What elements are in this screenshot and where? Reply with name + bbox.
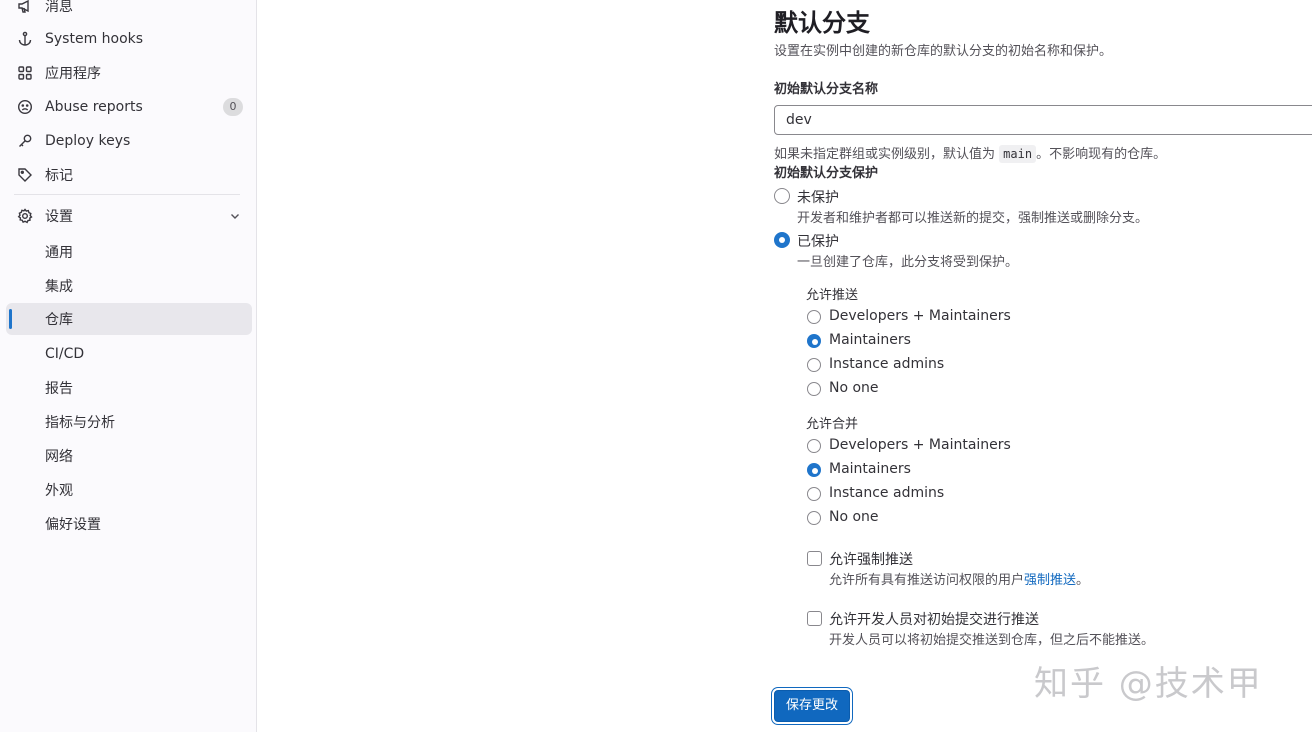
branch-name-help: 如果未指定群组或实例级别，默认值为 main 。不影响现有的仓库。 [774, 143, 1167, 163]
help-text: 如果未指定群组或实例级别，默认值为 [774, 147, 996, 162]
push-option-label[interactable]: Developers + Maintainers [829, 308, 1011, 324]
merge-option-label[interactable]: Maintainers [829, 461, 911, 477]
push-option-label[interactable]: Instance admins [829, 356, 944, 372]
sidebar-subitem-cicd[interactable]: CI/CD [6, 338, 252, 370]
active-indicator [9, 309, 12, 329]
count-badge: 0 [223, 98, 243, 116]
sidebar-item-label: 偏好设置 [45, 517, 101, 533]
sidebar-item-label: 仓库 [45, 312, 73, 328]
dev-initial-push-help: 开发人员可以将初始提交推送到仓库，但之后不能推送。 [829, 633, 1155, 648]
sidebar: 消息 System hooks 应用程序 Abuse reports 0 Dep… [0, 0, 257, 732]
branch-name-input[interactable]: dev [774, 105, 1312, 135]
help-text: 。不影响现有的仓库。 [1036, 147, 1167, 162]
force-push-label[interactable]: 允许强制推送 [829, 549, 913, 569]
sidebar-subitem-general[interactable]: 通用 [6, 236, 252, 268]
gear-icon [17, 208, 33, 224]
unprotected-radio[interactable] [774, 188, 790, 204]
protected-help: 一旦创建了仓库，此分支将受到保护。 [797, 255, 1019, 270]
sidebar-item-label: 应用程序 [45, 66, 101, 82]
merge-radio-maintainers[interactable] [807, 463, 821, 477]
sidebar-subitem-network[interactable]: 网络 [6, 440, 252, 472]
sidebar-item-messages[interactable]: 消息 [6, 0, 252, 22]
sidebar-item-label: CI/CD [45, 346, 85, 362]
section-description: 设置在实例中创建的新仓库的默认分支的初始名称和保护。 [774, 44, 1113, 59]
sidebar-item-label: 设置 [45, 209, 73, 225]
sidebar-item-settings[interactable]: 设置 [6, 200, 252, 232]
push-radio-maintainers[interactable] [807, 334, 821, 348]
push-radio-no-one[interactable] [807, 382, 821, 396]
push-option-label[interactable]: Maintainers [829, 332, 911, 348]
sidebar-item-system-hooks[interactable]: System hooks [6, 23, 252, 55]
sidebar-item-label: 集成 [45, 279, 73, 295]
sidebar-item-label: 通用 [45, 245, 73, 261]
force-push-checkbox[interactable] [807, 551, 822, 566]
label-icon [17, 167, 33, 183]
protected-label[interactable]: 已保护 [797, 231, 839, 251]
section-title: 默认分支 [774, 9, 870, 37]
allowed-to-merge-label: 允许合并 [806, 417, 859, 432]
sidebar-item-label: 报告 [45, 381, 73, 397]
sidebar-item-label: 外观 [45, 483, 73, 499]
help-text: 允许所有具有推送访问权限的用户 [829, 573, 1025, 588]
watermark: 知乎 @技术甲 [1034, 664, 1263, 704]
sidebar-item-label: 标记 [45, 168, 73, 184]
sidebar-item-label: System hooks [45, 31, 144, 47]
merge-radio-instance-admins[interactable] [807, 487, 821, 501]
default-branch-code: main [999, 145, 1037, 163]
merge-radio-developers-maintainers[interactable] [807, 439, 821, 453]
push-radio-developers-maintainers[interactable] [807, 310, 821, 324]
dev-initial-push-label[interactable]: 允许开发人员对初始提交进行推送 [829, 609, 1039, 629]
default-branch-section: 默认分支 设置在实例中创建的新仓库的默认分支的初始名称和保护。 初始默认分支名称… [774, 0, 1312, 732]
sidebar-subitem-appearance[interactable]: 外观 [6, 474, 252, 506]
sidebar-item-label: Abuse reports [45, 99, 143, 115]
merge-option-label[interactable]: Instance admins [829, 485, 944, 501]
protected-radio[interactable] [774, 232, 790, 248]
sidebar-item-applications[interactable]: 应用程序 [6, 57, 252, 89]
sidebar-divider [14, 194, 240, 195]
merge-option-label[interactable]: Developers + Maintainers [829, 437, 1011, 453]
sad-face-icon [17, 99, 33, 115]
sidebar-subitem-metrics[interactable]: 指标与分析 [6, 406, 252, 438]
protection-label: 初始默认分支保护 [774, 166, 879, 181]
sidebar-subitem-reporting[interactable]: 报告 [6, 372, 252, 404]
branch-name-label: 初始默认分支名称 [774, 82, 879, 97]
sidebar-item-deploy-keys[interactable]: Deploy keys [6, 125, 252, 157]
sidebar-subitem-repository[interactable]: 仓库 [6, 303, 252, 335]
sidebar-subitem-integrations[interactable]: 集成 [6, 270, 252, 302]
unprotected-help: 开发者和维护者都可以推送新的提交，强制推送或删除分支。 [797, 211, 1149, 226]
unprotected-label[interactable]: 未保护 [797, 187, 839, 207]
allowed-to-push-label: 允许推送 [806, 288, 859, 303]
force-push-link[interactable]: 强制推送 [1024, 573, 1076, 588]
dev-initial-push-checkbox[interactable] [807, 611, 822, 626]
force-push-help: 允许所有具有推送访问权限的用户强制推送。 [829, 569, 1089, 588]
sidebar-item-label: 指标与分析 [45, 415, 115, 431]
sidebar-item-abuse-reports[interactable]: Abuse reports 0 [6, 91, 252, 123]
sidebar-item-label: 网络 [45, 449, 73, 465]
sidebar-item-label: Deploy keys [45, 133, 131, 149]
sidebar-item-label: 消息 [45, 0, 73, 15]
help-text: 。 [1076, 573, 1090, 588]
anchor-icon [17, 31, 33, 47]
push-option-label[interactable]: No one [829, 380, 879, 396]
chevron-down-icon [231, 214, 239, 219]
merge-radio-no-one[interactable] [807, 511, 821, 525]
merge-option-label[interactable]: No one [829, 509, 879, 525]
push-radio-instance-admins[interactable] [807, 358, 821, 372]
applications-icon [17, 65, 33, 81]
megaphone-icon [17, 0, 33, 14]
sidebar-item-labels[interactable]: 标记 [6, 159, 252, 191]
save-changes-button[interactable]: 保存更改 [774, 690, 851, 722]
sidebar-subitem-preferences[interactable]: 偏好设置 [6, 508, 252, 540]
key-icon [17, 133, 33, 149]
